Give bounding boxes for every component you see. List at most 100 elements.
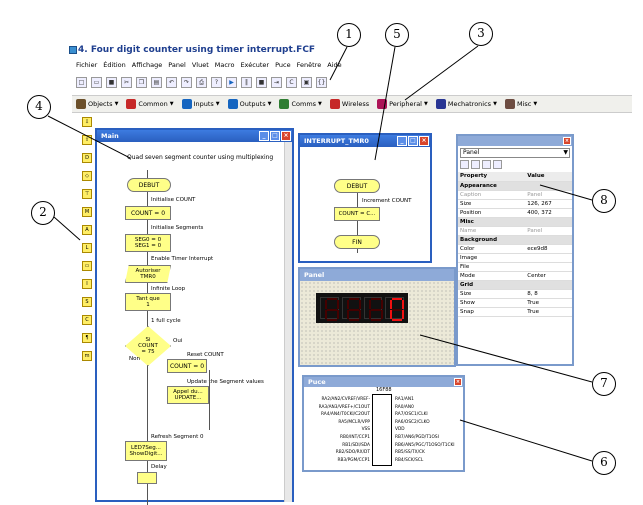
properties-title-bar[interactable]: × — [458, 136, 572, 146]
property-value[interactable]: 400, 372 — [525, 208, 572, 218]
calc-block[interactable]: COUNT = C... — [334, 207, 380, 221]
comment-tool-icon[interactable]: ¶ — [82, 333, 92, 343]
close-icon[interactable]: × — [419, 136, 429, 146]
category-comms[interactable]: Comms ▼ — [279, 99, 322, 109]
category-inputs[interactable]: Inputs ▼ — [181, 99, 220, 109]
menu-view[interactable]: Affichage — [132, 61, 163, 69]
menu-help[interactable]: Aide — [327, 61, 341, 69]
close-icon[interactable]: × — [454, 378, 462, 386]
property-value[interactable]: Panel — [525, 190, 572, 200]
menu-vluet[interactable]: Vluet — [192, 61, 209, 69]
microcontroller-chip[interactable] — [372, 394, 392, 466]
category-common[interactable]: Common ▼ — [126, 99, 174, 109]
alphabetical-icon[interactable] — [471, 160, 480, 169]
stop-icon[interactable]: ■ — [256, 76, 267, 88]
events-icon[interactable] — [493, 160, 502, 169]
property-value[interactable]: 126, 267 — [525, 199, 572, 209]
property-value[interactable]: True — [525, 298, 572, 308]
end-block[interactable]: FIN — [334, 235, 380, 249]
call-tool-icon[interactable]: A — [82, 225, 92, 235]
close-icon[interactable]: × — [281, 131, 291, 141]
start-block[interactable]: DEBUT — [334, 179, 380, 193]
new-file-icon[interactable]: □ — [76, 76, 87, 88]
property-row[interactable]: Background — [458, 235, 572, 245]
property-row[interactable]: Image — [458, 253, 572, 263]
step-icon[interactable]: ⇥ — [271, 76, 282, 88]
chip-icon[interactable]: ▣ — [301, 76, 312, 88]
property-row[interactable]: File — [458, 262, 572, 272]
minimize-icon[interactable]: _ — [397, 136, 407, 146]
component-macro-block[interactable]: LED7Seg... ShowDigit... — [125, 441, 167, 461]
property-value[interactable]: 8, 8 — [525, 289, 572, 299]
category-misc[interactable]: Misc ▼ — [504, 99, 537, 109]
code-tool-icon[interactable]: C — [82, 315, 92, 325]
object-selector[interactable]: Panel ▼ — [460, 148, 570, 158]
call-block[interactable]: Appel du... UPDATE... — [167, 386, 209, 404]
property-row[interactable]: Grid — [458, 280, 572, 290]
menu-panel[interactable]: Panel — [168, 61, 186, 69]
menu-file[interactable]: Fichier — [76, 61, 97, 69]
calc-block[interactable]: COUNT = 0 — [167, 359, 207, 373]
main-window-title[interactable]: Main _ □ × — [97, 130, 292, 142]
calc-block[interactable]: SEG0 = 0 SEG1 = 0 — [125, 234, 171, 252]
vertical-scrollbar[interactable] — [284, 142, 292, 502]
input-tool-icon[interactable]: ⇩ — [82, 117, 92, 127]
chip-window-title[interactable]: Puce × — [304, 377, 463, 387]
property-row[interactable]: Name Panel — [458, 226, 572, 236]
property-row[interactable]: Snap True — [458, 307, 572, 317]
property-row[interactable]: Color ece9d8 — [458, 244, 572, 254]
cut-icon[interactable]: ✂ — [121, 76, 132, 88]
property-row[interactable]: Misc — [458, 217, 572, 227]
category-mechatronics[interactable]: Mechatronics ▼ — [435, 99, 497, 109]
category-peripheral[interactable]: Peripheral ▼ — [377, 99, 428, 109]
decision-tool-icon[interactable]: ◇ — [82, 171, 92, 181]
property-value[interactable] — [525, 280, 572, 290]
property-row[interactable]: Mode Center — [458, 271, 572, 281]
interrupt-window-title[interactable]: INTERRUPT_TMR0 _ □ × — [300, 135, 430, 147]
loop-tool-icon[interactable]: L — [82, 243, 92, 253]
delay-block[interactable] — [137, 472, 157, 484]
seven-segment-display[interactable] — [316, 293, 408, 323]
categorized-icon[interactable] — [460, 160, 469, 169]
pause-icon[interactable]: ‖ — [241, 76, 252, 88]
calc-block[interactable]: COUNT = 0 — [125, 206, 171, 220]
property-row[interactable]: Size 126, 267 — [458, 199, 572, 209]
menu-chip[interactable]: Puce — [275, 61, 291, 69]
menu-run[interactable]: Exécuter — [240, 61, 269, 69]
property-value[interactable] — [525, 181, 572, 191]
menu-window[interactable]: Fenêtre — [297, 61, 322, 69]
maximize-icon[interactable]: □ — [408, 136, 418, 146]
component-macro-tool-icon[interactable]: M — [82, 207, 92, 217]
open-file-icon[interactable]: ▭ — [91, 76, 102, 88]
property-row[interactable]: Caption Panel — [458, 190, 572, 200]
property-value[interactable]: ece9d8 — [525, 244, 572, 254]
category-objects[interactable]: Objects ▼ — [76, 99, 118, 109]
property-value[interactable] — [525, 262, 572, 272]
property-row[interactable]: Size 8, 8 — [458, 289, 572, 299]
interrupt-block[interactable]: Autoriser TMR0 — [125, 265, 171, 283]
print-icon[interactable]: ⎙ — [196, 76, 207, 88]
macro-tool-icon[interactable]: m — [82, 351, 92, 361]
minimize-icon[interactable]: _ — [259, 131, 269, 141]
category-wireless[interactable]: Wireless — [329, 99, 369, 109]
compile-icon[interactable]: C — [286, 76, 297, 88]
delay-tool-icon[interactable]: D — [82, 153, 92, 163]
connection-tool-icon[interactable]: ⊤ — [82, 189, 92, 199]
property-row[interactable]: Show True — [458, 298, 572, 308]
property-value[interactable] — [525, 217, 572, 227]
menu-macro[interactable]: Macro — [215, 61, 235, 69]
output-tool-icon[interactable]: ⇧ — [82, 135, 92, 145]
code-icon[interactable]: {} — [316, 76, 327, 88]
copy-icon[interactable]: ❐ — [136, 76, 147, 88]
property-value[interactable]: Panel — [525, 226, 572, 236]
help-icon[interactable]: ? — [211, 76, 222, 88]
category-outputs[interactable]: Outputs ▼ — [227, 99, 271, 109]
property-row[interactable]: Position 400, 372 — [458, 208, 572, 218]
property-row[interactable]: Appearance — [458, 181, 572, 191]
save-icon[interactable]: ■ — [106, 76, 117, 88]
maximize-icon[interactable]: □ — [270, 131, 280, 141]
switch-tool-icon[interactable]: S — [82, 297, 92, 307]
paste-icon[interactable]: ▤ — [151, 76, 162, 88]
run-icon[interactable]: ▶ — [226, 76, 237, 88]
close-icon[interactable]: × — [563, 137, 571, 145]
